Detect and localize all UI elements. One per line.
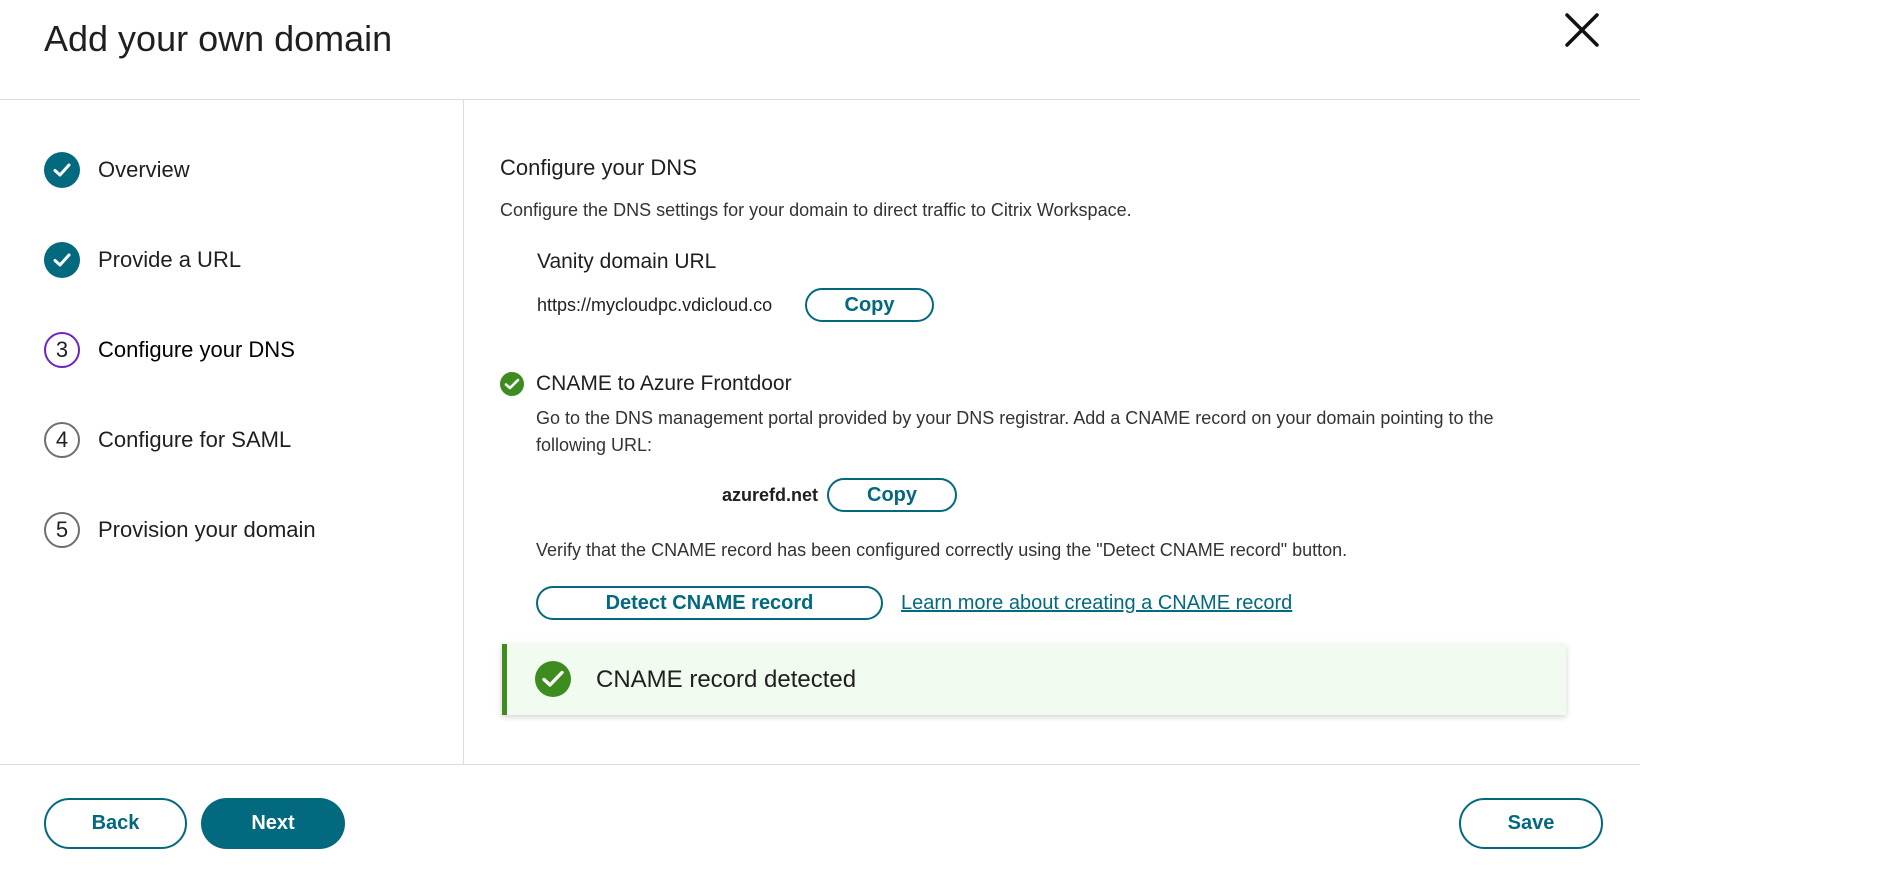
check-icon: [44, 242, 80, 278]
add-domain-dialog: Add your own domain Overview Provide a U…: [0, 0, 1640, 887]
cname-title: CNAME to Azure Frontdoor: [536, 372, 792, 395]
section-description: Configure the DNS settings for your doma…: [500, 200, 1132, 220]
step-label: Provide a URL: [98, 247, 242, 272]
success-check-icon: [535, 661, 571, 697]
back-button[interactable]: Back: [44, 798, 187, 849]
step-overview[interactable]: Overview: [44, 152, 190, 188]
check-icon: [44, 152, 80, 188]
step-number-badge: 4: [44, 422, 80, 458]
footer-divider: [0, 764, 1640, 765]
vanity-domain-label: Vanity domain URL: [537, 250, 717, 273]
step-configure-dns[interactable]: 3 Configure your DNS: [44, 332, 295, 368]
step-number-badge: 3: [44, 332, 80, 368]
detect-cname-button[interactable]: Detect CNAME record: [536, 586, 883, 620]
cname-target-url: azurefd.net: [722, 485, 819, 505]
step-configure-saml[interactable]: 4 Configure for SAML: [44, 422, 291, 458]
verify-instructions: Verify that the CNAME record has been co…: [536, 540, 1348, 560]
step-label: Overview: [98, 157, 190, 182]
vanity-domain-url: https://mycloudpc.vdicloud.co: [537, 295, 773, 315]
cname-description: Go to the DNS management portal provided…: [536, 408, 1494, 455]
step-provision-domain[interactable]: 5 Provision your domain: [44, 512, 316, 548]
next-button[interactable]: Next: [201, 798, 345, 849]
section-heading: Configure your DNS: [500, 155, 697, 180]
dialog-title: Add your own domain: [44, 18, 393, 59]
step-provide-url[interactable]: Provide a URL: [44, 242, 241, 278]
step-label: Configure for SAML: [98, 427, 292, 452]
header-divider: [0, 99, 1640, 100]
close-icon[interactable]: [1562, 10, 1602, 50]
sidebar-divider: [463, 100, 464, 764]
step-number-badge: 5: [44, 512, 80, 548]
copy-vanity-url-button[interactable]: Copy: [805, 288, 934, 322]
step-label: Provision your domain: [98, 517, 316, 542]
copy-cname-url-button[interactable]: Copy: [827, 478, 957, 512]
toast-message: CNAME record detected: [596, 666, 857, 693]
cname-detected-toast: CNAME record detected: [502, 644, 1566, 715]
step-label: Configure your DNS: [98, 337, 295, 362]
success-check-icon: [500, 372, 524, 396]
learn-more-cname-link[interactable]: Learn more about creating a CNAME record: [901, 592, 1292, 615]
save-button[interactable]: Save: [1459, 798, 1603, 849]
